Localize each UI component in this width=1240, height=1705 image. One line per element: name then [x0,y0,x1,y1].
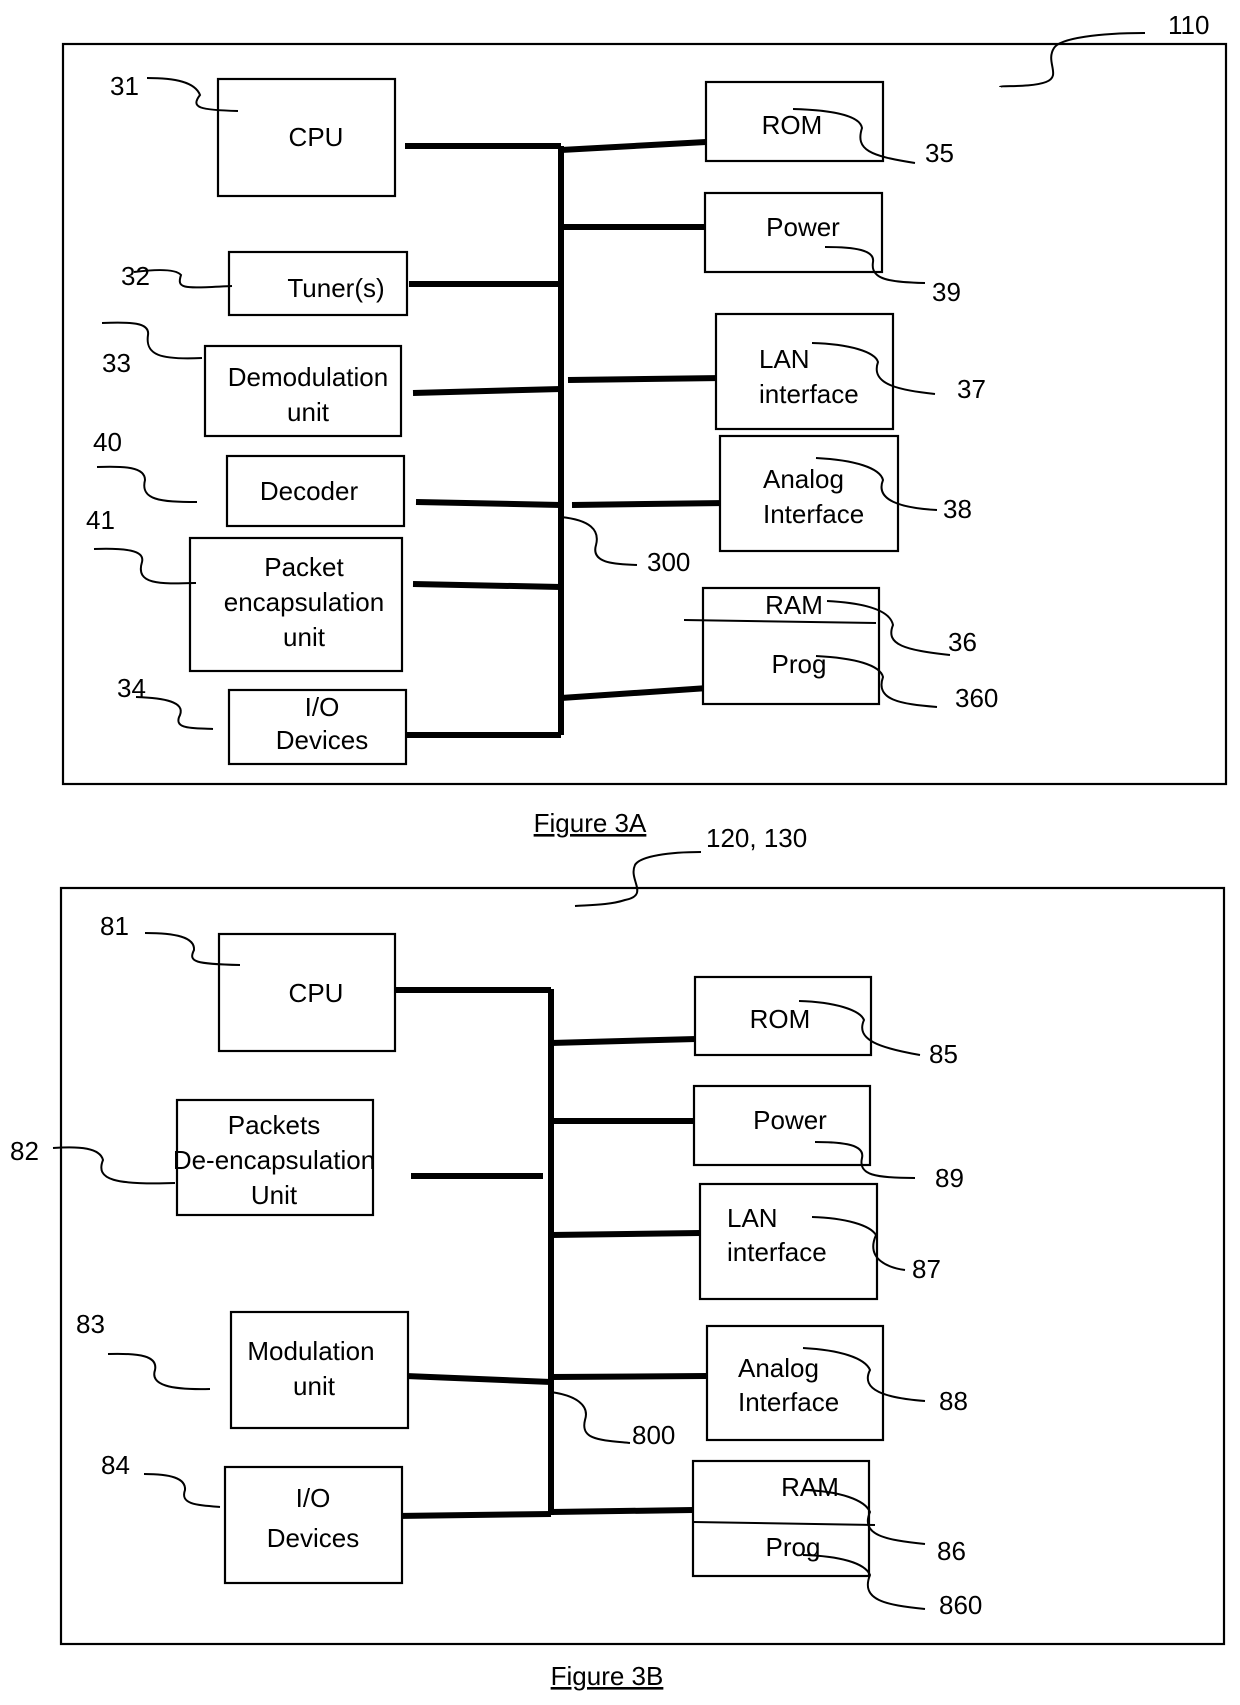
ref-39: 39 [932,277,961,307]
label-analog-1: Analog [763,464,844,494]
label-cpu: CPU [289,122,344,152]
ref-41: 41 [86,505,115,535]
ref-84: 84 [101,1450,130,1480]
ref-85: 85 [929,1039,958,1069]
ref-40: 40 [93,427,122,457]
caption-figure-3a: Figure 3A [534,808,647,838]
patent-diagram: 110 300 CPU 31 Tuner(s) 32 Demodulation … [10,10,1228,1691]
label-ram: RAM [781,1472,839,1502]
leader-34 [135,696,214,730]
label-power: Power [766,212,840,242]
bus-line-ram [560,685,709,701]
label-demod-2: unit [287,397,330,427]
leader-300 [560,516,638,566]
label-rom: ROM [750,1004,811,1034]
ref-83: 83 [76,1309,105,1339]
ref-34: 34 [117,673,146,703]
ref-32: 32 [121,261,150,291]
label-analog-2: Interface [763,499,864,529]
leader-110 [999,32,1146,88]
label-packet-decap-1: Packets [228,1110,321,1140]
ref-37: 37 [957,374,986,404]
ref-110: 110 [1168,10,1209,40]
block-mod [229,1310,410,1430]
label-packet-decap-3: Unit [251,1180,298,1210]
ref-38: 38 [943,494,972,524]
ref-87: 87 [912,1254,941,1284]
leader-82 [52,1146,176,1185]
ref-800: 800 [632,1420,675,1450]
bus-line-rom [560,139,707,153]
leader-40 [96,465,198,503]
label-analog-2: Interface [738,1387,839,1417]
ref-300: 300 [647,547,690,577]
bus-line-mod [405,1373,552,1385]
ref-33: 33 [102,348,131,378]
label-packet-encap-2: encapsulation [224,587,384,617]
label-analog-1: Analog [738,1353,819,1383]
label-lan-2: interface [759,379,859,409]
ref-860: 860 [939,1590,982,1620]
ref-88: 88 [939,1386,968,1416]
ref-120-130: 120, 130 [706,823,807,853]
ref-36: 36 [948,627,977,657]
block-analog [705,1324,885,1442]
label-prog: Prog [772,649,827,679]
bus-line-ram [550,1507,694,1515]
label-packet-encap-1: Packet [264,552,344,582]
label-rom: ROM [762,110,823,140]
ref-35: 35 [925,138,954,168]
ref-81: 81 [100,911,129,941]
bus-line-packet [412,581,562,590]
ref-31: 31 [110,71,139,101]
label-packet-encap-3: unit [283,622,326,652]
leader-800 [549,1391,631,1444]
label-cpu: CPU [289,978,344,1008]
label-demod-1: Demodulation [228,362,388,392]
leader-41 [93,547,197,585]
bus-line-rom [550,1036,697,1046]
label-io-2: Devices [267,1523,359,1553]
label-mod-1: Modulation [247,1336,374,1366]
leader-83 [107,1352,211,1391]
leader-120-130 [574,851,702,907]
ref-360: 360 [955,683,998,713]
label-io-2: Devices [276,725,368,755]
leader-84 [143,1473,221,1508]
label-io-1: I/O [305,692,340,722]
bus-line-analog [571,500,728,508]
bus-line-lan [550,1230,701,1238]
label-decoder: Decoder [260,476,359,506]
label-power: Power [753,1105,827,1135]
label-lan-1: LAN [727,1203,778,1233]
bus-line-io [395,1511,552,1519]
label-packet-decap-2: De-encapsulation [173,1145,375,1175]
label-tuner: Tuner(s) [287,273,384,303]
bus-line-demod [412,386,562,396]
ref-82: 82 [10,1136,39,1166]
figure-3a: 110 300 CPU 31 Tuner(s) 32 Demodulation … [61,10,1228,838]
ref-89: 89 [935,1163,964,1193]
figure-3b: 120, 130 800 CPU 81 Packets De-encapsula… [10,823,1226,1691]
label-prog: Prog [766,1532,821,1562]
caption-figure-3b: Figure 3B [551,1661,664,1691]
label-lan-1: LAN [759,344,810,374]
label-lan-2: interface [727,1237,827,1267]
label-ram: RAM [765,590,823,620]
bus-line-analog [550,1373,708,1380]
label-io-1: I/O [296,1483,331,1513]
ref-86: 86 [937,1536,966,1566]
bus-line-lan [567,375,724,383]
label-mod-2: unit [293,1371,336,1401]
bus-line-decoder [415,499,562,508]
